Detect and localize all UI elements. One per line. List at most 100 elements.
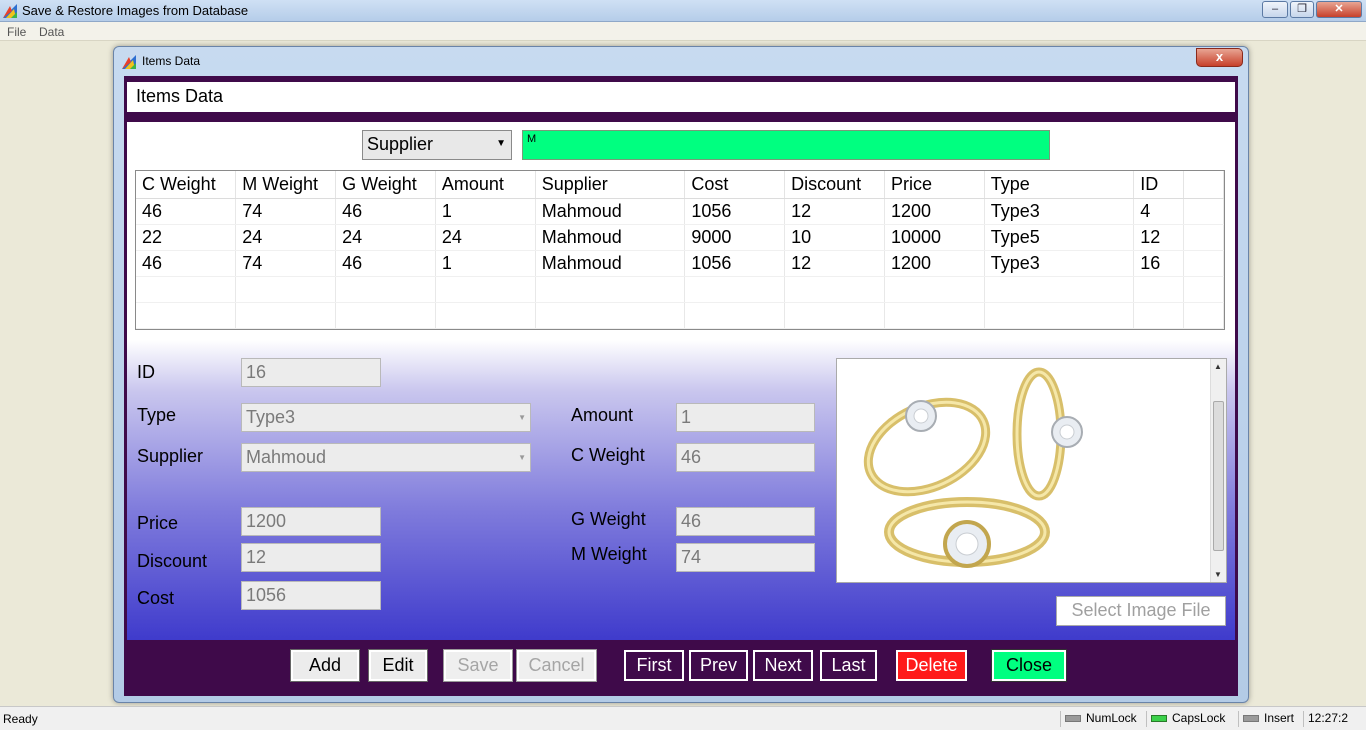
col-header[interactable]: C Weight: [136, 171, 237, 199]
col-header[interactable]: Type: [984, 171, 1135, 199]
price-field[interactable]: 1200: [241, 507, 381, 536]
menubar: File Data: [0, 22, 1366, 41]
mweight-field[interactable]: 74: [676, 543, 815, 572]
items-grid[interactable]: C Weight M Weight G Weight Amount Suppli…: [135, 170, 1225, 330]
restore-button[interactable]: ❐: [1290, 1, 1314, 18]
save-button[interactable]: Save: [443, 649, 513, 682]
cell-filler: [1183, 198, 1224, 225]
close-icon: x: [1215, 49, 1224, 64]
cweight-field[interactable]: 46: [676, 443, 815, 472]
id-label: ID: [137, 362, 155, 382]
next-button[interactable]: Next: [753, 650, 813, 681]
search-field-value: Supplier: [367, 134, 434, 154]
cell: 12: [784, 250, 885, 277]
close-window-button[interactable]: ✕: [1316, 1, 1362, 18]
mweight-label: M Weight: [571, 544, 647, 564]
add-button[interactable]: Add: [290, 649, 360, 682]
image-scrollbar[interactable]: ▲ ▼: [1210, 359, 1226, 582]
insert-indicator: Insert: [1238, 711, 1294, 727]
numlock-indicator: NumLock: [1060, 711, 1137, 727]
cancel-button[interactable]: Cancel: [516, 649, 597, 682]
capslock-label: CapsLock: [1172, 711, 1226, 725]
cell: 46: [335, 250, 436, 277]
cell: Type3: [984, 198, 1135, 225]
col-header[interactable]: ID: [1133, 171, 1185, 199]
chevron-down-icon: ▼: [518, 413, 526, 422]
capslock-led: [1151, 715, 1167, 723]
edit-button[interactable]: Edit: [368, 649, 428, 682]
cell: 24: [235, 224, 337, 251]
cell: 4: [1133, 198, 1185, 225]
menu-data[interactable]: Data: [39, 25, 64, 39]
table-row[interactable]: 46 74 46 1 Mahmoud 1056 12 1200 Type3 16: [136, 250, 1224, 277]
discount-field[interactable]: 12: [241, 543, 381, 572]
insert-led: [1243, 715, 1259, 723]
dialog-title: Items Data: [142, 54, 201, 68]
app-icon: [3, 4, 17, 18]
col-header[interactable]: G Weight: [335, 171, 436, 199]
cell: 16: [1133, 250, 1185, 277]
table-row[interactable]: 46 74 46 1 Mahmoud 1056 12 1200 Type3 4: [136, 198, 1224, 225]
search-input[interactable]: M: [522, 130, 1050, 160]
col-header[interactable]: Amount: [435, 171, 536, 199]
cell: 10000: [884, 224, 985, 251]
prev-button[interactable]: Prev: [689, 650, 748, 681]
col-header-filler: [1183, 171, 1224, 199]
table-row[interactable]: 22 24 24 24 Mahmoud 9000 10 10000 Type5 …: [136, 224, 1224, 251]
scroll-thumb[interactable]: [1213, 401, 1224, 551]
header-band: Items Data: [127, 82, 1235, 112]
id-field[interactable]: 16: [241, 358, 381, 387]
cell: 10: [784, 224, 885, 251]
type-label: Type: [137, 405, 177, 425]
status-bar: Ready NumLock CapsLock Insert 12:27:2: [0, 706, 1366, 730]
page-title: Items Data: [136, 86, 224, 106]
scroll-up-icon[interactable]: ▲: [1214, 362, 1222, 371]
menu-file[interactable]: File: [7, 25, 26, 39]
cell: 12: [1133, 224, 1185, 251]
minimize-button[interactable]: –: [1262, 1, 1288, 18]
cost-field[interactable]: 1056: [241, 581, 381, 610]
cell: 1200: [884, 198, 985, 225]
type-combo[interactable]: Type3 ▼: [241, 403, 531, 432]
col-header[interactable]: Price: [884, 171, 985, 199]
cell: 1200: [884, 250, 985, 277]
cell: 9000: [684, 224, 786, 251]
window-title: Save & Restore Images from Database: [22, 3, 249, 18]
cell: 24: [335, 224, 436, 251]
numlock-led: [1065, 715, 1081, 723]
cell: 24: [435, 224, 536, 251]
cell: 22: [136, 224, 237, 251]
cell: 1056: [684, 250, 786, 277]
col-header[interactable]: Cost: [684, 171, 786, 199]
discount-label: Discount: [137, 551, 208, 571]
supplier-combo[interactable]: Mahmoud ▼: [241, 443, 531, 472]
col-header[interactable]: M Weight: [235, 171, 337, 199]
dialog-close-button[interactable]: x: [1196, 48, 1243, 67]
numlock-label: NumLock: [1086, 711, 1137, 725]
capslock-indicator: CapsLock: [1146, 711, 1225, 727]
item-image-panel[interactable]: ▲ ▼: [836, 358, 1227, 583]
cell: 46: [136, 198, 237, 225]
status-text: Ready: [3, 712, 38, 726]
empty-row: [136, 276, 1224, 303]
col-header[interactable]: Supplier: [535, 171, 686, 199]
search-field-select[interactable]: Supplier ▼: [362, 130, 512, 160]
rings-image: [863, 367, 1083, 568]
dialog-icon: [122, 55, 136, 69]
close-button[interactable]: Close: [991, 649, 1067, 682]
col-header[interactable]: Discount: [784, 171, 885, 199]
items-table: C Weight M Weight G Weight Amount Suppli…: [136, 171, 1224, 329]
first-button[interactable]: First: [624, 650, 684, 681]
select-image-button[interactable]: Select Image File: [1056, 596, 1226, 626]
empty-row: [136, 302, 1224, 329]
last-button[interactable]: Last: [820, 650, 877, 681]
gweight-field[interactable]: 46: [676, 507, 815, 536]
cell: 74: [235, 250, 337, 277]
amount-field[interactable]: 1: [676, 403, 815, 432]
scroll-down-icon[interactable]: ▼: [1214, 570, 1222, 579]
supplier-value: Mahmoud: [246, 447, 327, 467]
gweight-label: G Weight: [571, 509, 646, 529]
delete-button[interactable]: Delete: [896, 650, 967, 681]
cell: 1: [435, 198, 536, 225]
cell: 1: [435, 250, 536, 277]
